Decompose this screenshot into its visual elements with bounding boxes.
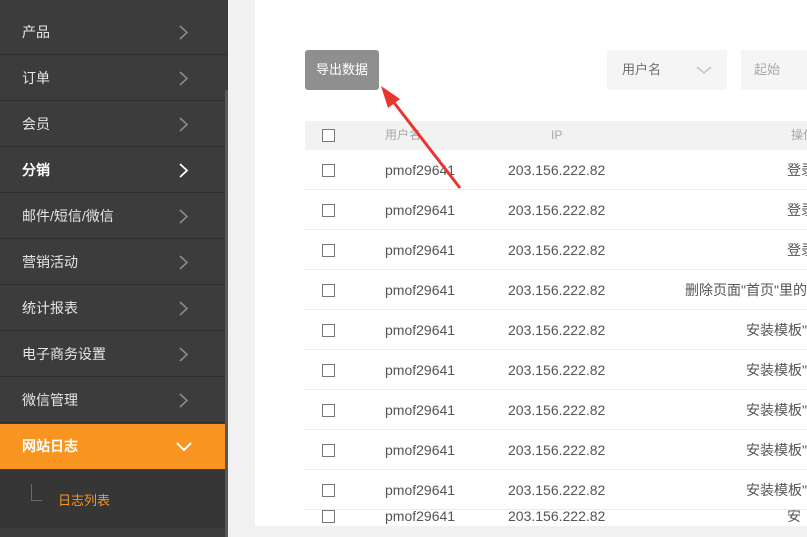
sidebar-item-messaging[interactable]: 邮件/短信/微信 [0, 194, 228, 239]
tree-connector [31, 484, 42, 501]
table-row: pmof29641 203.156.222.82 登录 [305, 150, 807, 190]
sidebar-item-distribution[interactable]: 分销 [0, 148, 228, 193]
export-data-button[interactable]: 导出数据 [305, 50, 379, 90]
sidebar-item-label: 电子商务设置 [22, 346, 106, 362]
filter-field-select[interactable]: 用户名 [607, 50, 727, 90]
column-header-operation: 操作 [791, 128, 807, 142]
cell-ip: 203.156.222.82 [508, 482, 606, 498]
sidebar-item-orders[interactable]: 订单 [0, 56, 228, 101]
start-date-placeholder: 起始 [754, 62, 781, 77]
sidebar: 产品 订单 会员 分销 邮件/短信/微信 营销活动 统计报表 电子商务设置 微信… [0, 0, 228, 537]
cell-user: pmof29641 [385, 282, 456, 298]
sidebar-item-label: 会员 [22, 116, 50, 132]
sidebar-scrollbar[interactable] [225, 90, 228, 537]
sidebar-subitem-log-list[interactable]: 日志列表 [58, 490, 110, 509]
row-checkbox[interactable] [322, 244, 335, 257]
cell-operation: 安装模板" [746, 442, 807, 458]
table-header: 用户名 IP 操作 [305, 121, 807, 150]
cell-operation: 安装模板" [746, 402, 807, 418]
cell-ip: 203.156.222.82 [508, 242, 606, 258]
chevron-right-icon [179, 25, 189, 40]
row-checkbox[interactable] [322, 324, 335, 337]
row-checkbox[interactable] [322, 510, 335, 523]
sidebar-item-wechat[interactable]: 微信管理 [0, 378, 228, 423]
cell-operation: 登录 [787, 162, 807, 178]
chevron-right-icon [179, 347, 189, 362]
chevron-right-icon [179, 163, 189, 178]
row-checkbox[interactable] [322, 284, 335, 297]
sidebar-item-ecommerce-settings[interactable]: 电子商务设置 [0, 332, 228, 377]
table-row: pmof29641 203.156.222.82 安 [305, 510, 807, 526]
cell-ip: 203.156.222.82 [508, 362, 606, 378]
column-header-ip: IP [551, 128, 563, 142]
cell-operation: 安装模板" [746, 322, 807, 338]
cell-ip: 203.156.222.82 [508, 510, 606, 524]
cell-ip: 203.156.222.82 [508, 402, 606, 418]
start-date-input[interactable]: 起始 [741, 50, 807, 90]
chevron-right-icon [179, 117, 189, 132]
table-row: pmof29641 203.156.222.82 删除页面"首页"里的 [305, 270, 807, 310]
cell-user: pmof29641 [385, 162, 456, 178]
filter-field-value: 用户名 [622, 62, 662, 77]
sidebar-item-label: 网站日志 [22, 438, 78, 454]
cell-user: pmof29641 [385, 482, 456, 498]
cell-operation: 安装模板" [746, 482, 807, 498]
row-checkbox[interactable] [322, 164, 335, 177]
cell-operation: 登录 [787, 202, 807, 218]
cell-ip: 203.156.222.82 [508, 162, 606, 178]
table-row: pmof29641 203.156.222.82 登录 [305, 190, 807, 230]
cell-operation: 登录 [787, 242, 807, 258]
chevron-down-icon [176, 442, 192, 452]
chevron-down-icon [696, 66, 712, 74]
sidebar-item-label: 产品 [22, 24, 50, 40]
sidebar-item-label: 邮件/短信/微信 [22, 208, 114, 224]
sidebar-item-members[interactable]: 会员 [0, 102, 228, 147]
chevron-right-icon [179, 255, 189, 270]
table-row: pmof29641 203.156.222.82 安装模板" [305, 390, 807, 430]
row-checkbox[interactable] [322, 444, 335, 457]
sidebar-item-label: 营销活动 [22, 254, 78, 270]
cell-operation: 删除页面"首页"里的 [685, 282, 807, 298]
column-header-user: 用户名 [385, 128, 422, 142]
cell-ip: 203.156.222.82 [508, 282, 606, 298]
chevron-right-icon [179, 71, 189, 86]
table-row: pmof29641 203.156.222.82 安装模板" [305, 350, 807, 390]
table-row: pmof29641 203.156.222.82 登录 [305, 230, 807, 270]
cell-user: pmof29641 [385, 362, 456, 378]
chevron-right-icon [179, 393, 189, 408]
row-checkbox[interactable] [322, 364, 335, 377]
cell-user: pmof29641 [385, 442, 456, 458]
cell-user: pmof29641 [385, 202, 456, 218]
sidebar-item-reports[interactable]: 统计报表 [0, 286, 228, 331]
cell-user: pmof29641 [385, 510, 456, 524]
select-all-checkbox[interactable] [322, 129, 335, 142]
cell-user: pmof29641 [385, 242, 456, 258]
row-checkbox[interactable] [322, 204, 335, 217]
cell-ip: 203.156.222.82 [508, 202, 606, 218]
sidebar-item-products[interactable]: 产品 [0, 10, 228, 55]
row-checkbox[interactable] [322, 404, 335, 417]
sidebar-item-site-log[interactable]: 网站日志 [0, 424, 228, 469]
row-checkbox[interactable] [322, 484, 335, 497]
table-row: pmof29641 203.156.222.82 安装模板" [305, 470, 807, 510]
sidebar-item-marketing[interactable]: 营销活动 [0, 240, 228, 285]
sidebar-item-label: 统计报表 [22, 300, 78, 316]
cell-ip: 203.156.222.82 [508, 442, 606, 458]
cell-operation: 安 [787, 510, 801, 524]
sidebar-item-label: 微信管理 [22, 392, 78, 408]
cell-user: pmof29641 [385, 402, 456, 418]
sidebar-item-label: 分销 [22, 162, 50, 178]
chevron-right-icon [179, 301, 189, 316]
chevron-right-icon [179, 209, 189, 224]
cell-ip: 203.156.222.82 [508, 322, 606, 338]
cell-user: pmof29641 [385, 322, 456, 338]
sidebar-subnav: 日志列表 [0, 470, 228, 528]
table-row: pmof29641 203.156.222.82 安装模板" [305, 430, 807, 470]
table-row: pmof29641 203.156.222.82 安装模板" [305, 310, 807, 350]
sidebar-item-label: 订单 [22, 70, 50, 86]
cell-operation: 安装模板" [746, 362, 807, 378]
